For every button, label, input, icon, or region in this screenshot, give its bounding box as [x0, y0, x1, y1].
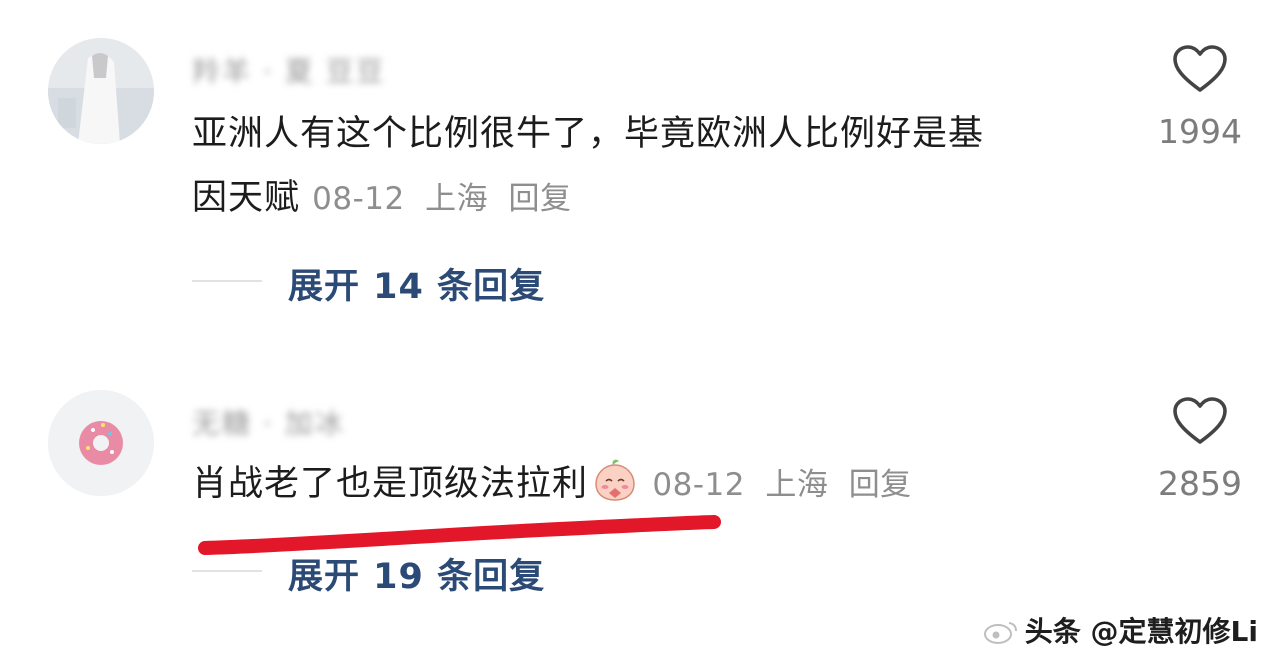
comment-location: 上海: [765, 467, 829, 503]
like-count: 2859: [1158, 464, 1242, 503]
like-button[interactable]: [1172, 396, 1228, 446]
avatar[interactable]: [48, 390, 154, 496]
divider: [192, 570, 262, 572]
username[interactable]: 无糖 · 加冰: [192, 402, 345, 442]
like-button[interactable]: [1172, 44, 1228, 94]
heart-outline-icon: [1173, 397, 1227, 444]
watermark-text: 头条 @定慧初修Li: [1024, 615, 1258, 648]
comment-text: 肖战老了也是顶级法拉利 08-12 上海 回复: [192, 452, 922, 517]
comment-meta: 08-12 上海 回复: [312, 181, 581, 217]
peach-emoji-icon: [595, 459, 635, 501]
comment-text: 亚洲人有这个比例很牛了，毕竟欧洲人比例好是基 因天赋 08-12 上海 回复: [192, 102, 984, 231]
comment-meta: 08-12 上海 回复: [642, 467, 922, 503]
expand-replies-button[interactable]: 展开 19 条回复: [288, 548, 545, 599]
avatar[interactable]: [48, 38, 154, 144]
divider: [192, 280, 262, 282]
weibo-logo-icon: [983, 622, 1017, 644]
comment-date: 08-12: [312, 181, 405, 217]
reply-button[interactable]: 回复: [849, 467, 912, 503]
comment-location: 上海: [425, 181, 489, 217]
comment-text-tail: 因天赋: [192, 178, 301, 218]
heart-outline-icon: [1173, 45, 1227, 92]
comment-text-line: 亚洲人有这个比例很牛了，毕竟欧洲人比例好是基: [192, 114, 985, 154]
comment-text-line: 因天赋 08-12 上海 回复: [192, 166, 984, 231]
like-count: 1994: [1158, 112, 1242, 151]
comment-date: 08-12: [652, 467, 745, 503]
comment-text-line: 肖战老了也是顶级法拉利: [192, 464, 589, 504]
red-underline-annotation: [198, 515, 721, 555]
watermark: 头条 @定慧初修Li: [983, 610, 1258, 650]
reply-button[interactable]: 回复: [508, 181, 571, 217]
username[interactable]: 羚羊 · 夏 豆豆: [192, 50, 386, 90]
expand-replies-button[interactable]: 展开 14 条回复: [288, 258, 545, 309]
